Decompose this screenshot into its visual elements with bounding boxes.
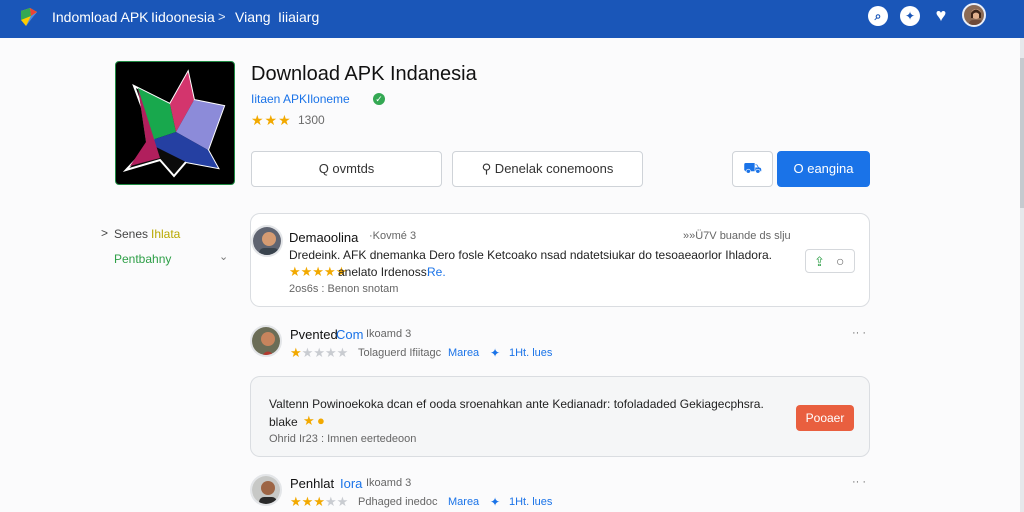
review-likes[interactable]: 1Ht. lues: [509, 347, 552, 359]
review-subtext: Tolaguerd Ifiitagc: [358, 347, 442, 359]
sidebar-item-highlight[interactable]: Ihlata: [151, 227, 180, 241]
star-icon: ★: [301, 494, 314, 509]
star-icon: ★: [324, 494, 337, 509]
review-likes[interactable]: 1Ht. lues: [509, 496, 552, 508]
review-date: Ohrid Ir23 : Imnen eertedeoon: [269, 433, 417, 445]
app-icon: [115, 61, 235, 185]
star-icon: ★: [290, 494, 302, 509]
review-text: Valtenn Powinoekoka dcan ef ooda sroenah…: [269, 397, 764, 411]
star-icon: ★: [301, 345, 314, 360]
top-navigation-bar: Indomload APK Iidoonesia > Viang Iiiaiar…: [0, 0, 1024, 38]
review-date: 2os6s : Benon snotam: [289, 283, 399, 295]
review-text: Dredeink. AFK dnemanka Dero fosle Ketcoa…: [289, 248, 772, 262]
review-more-icon[interactable]: ·· ·: [852, 476, 866, 488]
tools-icon[interactable]: ✦: [900, 6, 920, 26]
star-icon: ★: [290, 345, 302, 360]
review-author[interactable]: Penhlat: [290, 476, 334, 491]
review-meta: Ikoamd 3: [366, 477, 412, 489]
review-author-link[interactable]: Iora: [340, 476, 362, 491]
review-actions[interactable]: ⇪ ○: [805, 249, 855, 273]
review-meta: ·Kovmé 3: [369, 230, 417, 242]
review-more-icon[interactable]: ·· ·: [852, 327, 866, 339]
sidebar-item-payment[interactable]: Pentbahny: [114, 252, 171, 266]
sidebar-item-series[interactable]: Senes: [114, 227, 148, 241]
blue-badge-icon: ✦: [490, 346, 501, 360]
review-link[interactable]: Marea: [448, 347, 479, 359]
star-icon: ★: [313, 345, 325, 360]
breadcrumb-separator: >: [218, 9, 226, 24]
review-secondary-text: anelato Irdenoss:: [338, 265, 431, 279]
search-versions-button[interactable]: Q ovmtds: [251, 151, 442, 187]
breadcrumb-country[interactable]: Iidoonesia: [151, 9, 215, 25]
app-logo-icon[interactable]: [18, 6, 40, 28]
coin-icon: ●: [317, 413, 325, 428]
breadcrumb-current[interactable]: Iiiaiarg: [278, 9, 319, 25]
bookmark-icon-button[interactable]: ⛟: [732, 151, 773, 187]
review-subtext: Pdhaged inedoc: [358, 496, 438, 508]
app-star-icon: [122, 69, 226, 178]
circle-icon[interactable]: ○: [836, 253, 844, 269]
review-stars: ★★★★★: [290, 345, 348, 361]
chevron-down-icon[interactable]: ⌄: [219, 250, 228, 263]
app-title: Download APK Indanesia: [251, 63, 477, 85]
review-right-meta: »»Ü7V buande ds slju: [683, 230, 791, 242]
review-stars: ★★★★★: [290, 494, 348, 510]
developer-link[interactable]: Iitaen APKIloneme: [251, 92, 350, 106]
sidebar-item-chevron[interactable]: >: [101, 226, 108, 240]
blue-badge-icon: ✦: [490, 495, 501, 509]
star-icon: ★: [336, 345, 349, 360]
review-link[interactable]: Marea: [448, 496, 479, 508]
avatar: [250, 474, 282, 506]
heart-icon[interactable]: ♥: [931, 6, 951, 26]
verified-icon: ✓: [373, 93, 385, 105]
primary-action-button[interactable]: O eangina: [777, 151, 870, 187]
star-icon: ★: [303, 413, 315, 428]
avatar: [251, 225, 283, 257]
review-meta: Ikoamd 3: [366, 328, 412, 340]
review-link[interactable]: Re.: [427, 265, 446, 279]
review-secondary-text: blake: [269, 415, 298, 429]
search-icon[interactable]: ⌕: [868, 6, 888, 26]
star-icon: ★: [336, 494, 349, 509]
rating-count: 1300: [298, 113, 325, 127]
star-icon: ★: [324, 345, 337, 360]
download-components-button[interactable]: ⚲ Denelak conemoons: [452, 151, 643, 187]
scrollbar-thumb[interactable]: [1020, 58, 1024, 208]
avatar: [250, 325, 282, 357]
user-avatar[interactable]: [962, 3, 986, 27]
thumb-up-icon[interactable]: ⇪: [814, 254, 825, 270]
star-icon: ★: [313, 494, 325, 509]
breadcrumb-view[interactable]: Viang: [235, 9, 271, 25]
review-author[interactable]: Demaoolina: [289, 230, 358, 245]
review-author-link[interactable]: Com: [336, 327, 363, 342]
review-card-1: Demaoolina ·Kovmé 3 »»Ü7V buande ds slju…: [250, 213, 870, 307]
review-card-3: Valtenn Powinoekoka dcan ef ooda sroenah…: [250, 376, 870, 457]
breadcrumb-home[interactable]: Indomload APK: [52, 9, 149, 25]
review-author[interactable]: Pvented: [290, 327, 338, 342]
report-button[interactable]: Pooaer: [796, 405, 854, 431]
rating-stars: ★★★: [251, 112, 292, 128]
